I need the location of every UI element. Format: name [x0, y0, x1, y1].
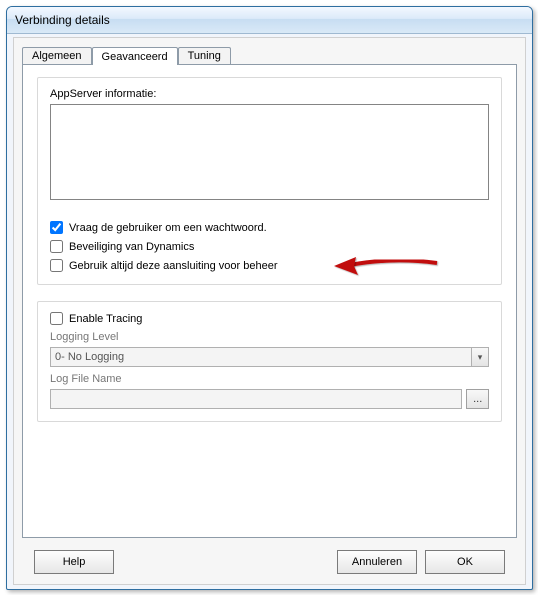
- always-use-checkbox[interactable]: [50, 259, 63, 272]
- help-button[interactable]: Help: [34, 550, 114, 574]
- logging-level-combo[interactable]: 0- No Logging ▾: [50, 347, 489, 367]
- appserver-info-label: AppServer informatie:: [50, 88, 489, 100]
- window-title: Verbinding details: [15, 13, 110, 27]
- enable-tracing-row[interactable]: Enable Tracing: [50, 312, 489, 325]
- always-use-row[interactable]: Gebruik altijd deze aansluiting voor beh…: [50, 259, 489, 272]
- prompt-password-row[interactable]: Vraag de gebruiker om een wachtwoord.: [50, 221, 489, 234]
- appserver-group: AppServer informatie: Vraag de gebruiker…: [37, 77, 502, 285]
- dialog-window: Verbinding details Algemeen Geavanceerd …: [6, 6, 533, 590]
- button-row: Help Annuleren OK: [22, 546, 517, 574]
- enable-tracing-checkbox[interactable]: [50, 312, 63, 325]
- client-area: Algemeen Geavanceerd Tuning AppServer in…: [13, 37, 526, 585]
- dynamics-security-checkbox[interactable]: [50, 240, 63, 253]
- cancel-button[interactable]: Annuleren: [337, 550, 417, 574]
- tab-general[interactable]: Algemeen: [22, 47, 92, 64]
- tab-advanced[interactable]: Geavanceerd: [92, 47, 178, 65]
- tabpage-advanced: AppServer informatie: Vraag de gebruiker…: [22, 64, 517, 538]
- prompt-password-checkbox[interactable]: [50, 221, 63, 234]
- dynamics-security-row[interactable]: Beveiliging van Dynamics: [50, 240, 489, 253]
- enable-tracing-label: Enable Tracing: [69, 313, 142, 325]
- tabstrip: Algemeen Geavanceerd Tuning: [22, 44, 231, 64]
- log-file-label: Log File Name: [50, 373, 489, 385]
- logging-level-label: Logging Level: [50, 331, 489, 343]
- log-file-browse-button[interactable]: ...: [466, 389, 489, 409]
- logging-level-dropdown-button[interactable]: ▾: [471, 347, 489, 367]
- logging-level-value: 0- No Logging: [50, 347, 471, 367]
- ok-button[interactable]: OK: [425, 550, 505, 574]
- appserver-info-input[interactable]: [50, 104, 489, 200]
- chevron-down-icon: ▾: [478, 352, 483, 363]
- prompt-password-label: Vraag de gebruiker om een wachtwoord.: [69, 222, 267, 234]
- log-file-input[interactable]: [50, 389, 462, 409]
- dynamics-security-label: Beveiliging van Dynamics: [69, 241, 194, 253]
- tab-tuning[interactable]: Tuning: [178, 47, 231, 64]
- always-use-label: Gebruik altijd deze aansluiting voor beh…: [69, 260, 278, 272]
- tracing-group: Enable Tracing Logging Level 0- No Loggi…: [37, 301, 502, 422]
- titlebar: Verbinding details: [7, 7, 532, 34]
